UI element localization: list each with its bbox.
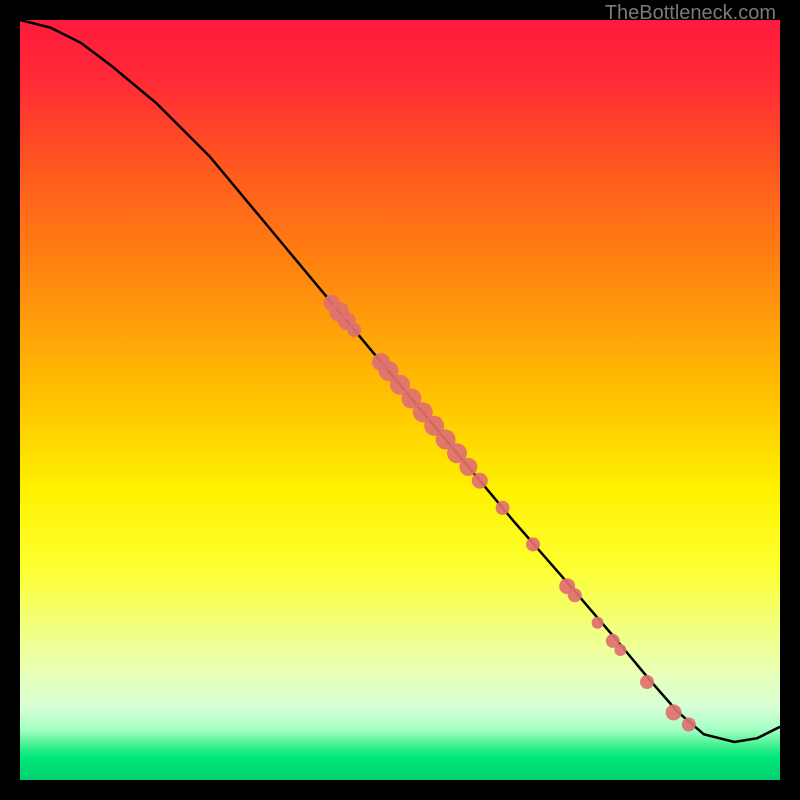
scatter-point	[347, 323, 361, 337]
scatter-point	[666, 704, 682, 720]
scatter-point	[640, 675, 654, 689]
scatter-point	[682, 718, 696, 732]
gradient-background	[20, 20, 780, 780]
scatter-point	[496, 501, 510, 515]
chart-plot	[20, 20, 780, 780]
scatter-point	[459, 458, 477, 476]
attribution-text: TheBottleneck.com	[605, 2, 776, 25]
scatter-point	[472, 473, 488, 489]
scatter-point	[568, 588, 582, 602]
scatter-point	[614, 644, 626, 656]
chart-frame	[20, 20, 780, 780]
scatter-point	[526, 537, 540, 551]
scatter-point	[592, 617, 604, 629]
